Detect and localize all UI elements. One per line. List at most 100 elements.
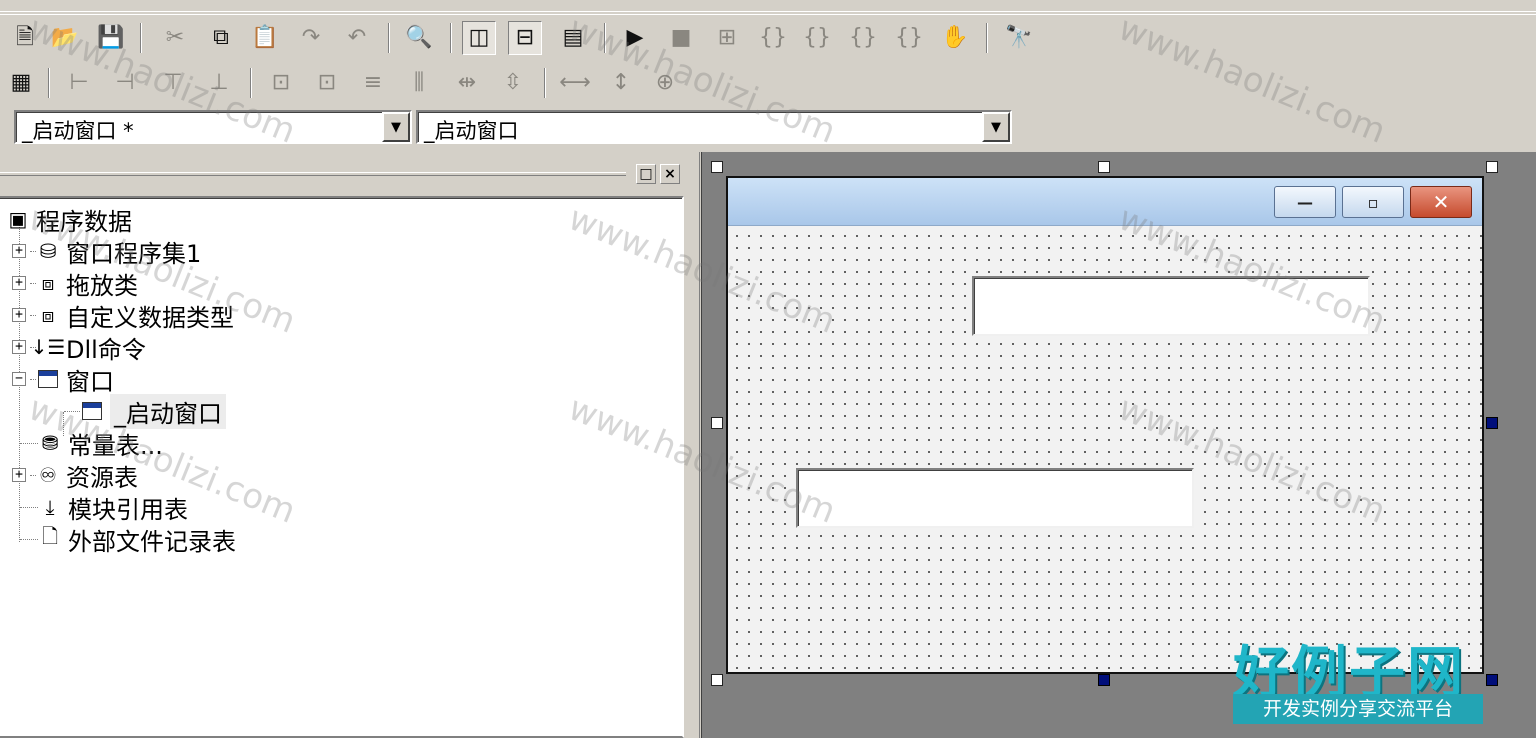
same-height-icon[interactable]: ↕ xyxy=(604,66,638,100)
chevron-down-icon[interactable]: ▼ xyxy=(382,112,410,142)
maximize-button[interactable]: ▫ xyxy=(1342,186,1404,218)
menu-bar[interactable] xyxy=(0,0,1536,12)
tree-item[interactable]: ⛃ 常量表... xyxy=(20,427,163,460)
redo-icon[interactable]: ↷ xyxy=(294,21,328,55)
space-vertical-icon[interactable]: ⫼ xyxy=(402,66,436,100)
align-top-icon[interactable]: ⊤ xyxy=(156,66,190,100)
align-right-icon[interactable]: ⊣ xyxy=(108,66,142,100)
compile-icon[interactable]: ⊞ xyxy=(710,21,744,55)
center-horizontal-icon[interactable]: ⊡ xyxy=(264,66,298,100)
minimize-button[interactable]: — xyxy=(1274,186,1336,218)
center-vertical-icon[interactable]: ⊡ xyxy=(310,66,344,100)
tree-item[interactable]: + ⧈ 拖放类 xyxy=(12,267,138,300)
expand-icon[interactable]: + xyxy=(12,308,26,322)
paste-icon[interactable]: 📋 xyxy=(248,21,282,55)
tree-item[interactable]: + ↓☰ Dll命令 xyxy=(12,331,146,364)
resize-handle[interactable] xyxy=(1486,674,1498,686)
resize-handle[interactable] xyxy=(711,161,723,173)
cut-icon[interactable]: ✂ xyxy=(158,21,192,55)
toolbar-separator xyxy=(544,68,546,98)
copy-icon[interactable]: ⧉ xyxy=(204,21,238,55)
find-icon[interactable]: 🔍 xyxy=(402,21,436,55)
logo-subtitle: 开发实例分享交流平台 xyxy=(1233,694,1483,724)
tree-item[interactable]: + ♾ 资源表 xyxy=(12,459,138,492)
resize-handle[interactable] xyxy=(1486,161,1498,173)
tree-item-root[interactable]: ▣ 程序数据 xyxy=(6,203,132,236)
tree-item-label: 常量表... xyxy=(68,431,163,460)
distribute-horizontal-icon[interactable]: ⇹ xyxy=(450,66,484,100)
run-to-cursor-icon[interactable]: {} xyxy=(892,21,926,55)
tree-item[interactable]: + ⛁ 窗口程序集1 xyxy=(12,235,202,268)
tree-item-label: 自定义数据类型 xyxy=(66,303,234,332)
panel-header: □ × xyxy=(0,158,690,184)
view-layout-3-icon[interactable]: ▤ xyxy=(556,21,590,55)
hand-icon[interactable]: ✋ xyxy=(938,21,972,55)
collapse-icon[interactable]: − xyxy=(12,372,26,386)
tree-item[interactable]: + ⧈ 自定义数据类型 xyxy=(12,299,234,332)
toolbar-separator xyxy=(388,23,390,53)
space-horizontal-icon[interactable]: ≡ xyxy=(356,66,390,100)
expand-icon[interactable]: + xyxy=(12,276,26,290)
resize-handle[interactable] xyxy=(1098,674,1110,686)
chevron-down-icon[interactable]: ▼ xyxy=(982,112,1010,142)
step-into-icon[interactable]: {} xyxy=(756,21,790,55)
tree-item[interactable]: − 窗口 xyxy=(12,363,114,396)
resize-handle[interactable] xyxy=(1486,417,1498,429)
step-out-icon[interactable]: {} xyxy=(846,21,880,55)
distribute-vertical-icon[interactable]: ⇳ xyxy=(496,66,530,100)
edit-box-1[interactable] xyxy=(972,276,1370,336)
form-canvas[interactable] xyxy=(728,227,1482,672)
view-layout-1-icon[interactable]: ◫ xyxy=(462,21,496,55)
tree-item-label: 外部文件记录表 xyxy=(68,527,236,556)
resize-handle[interactable] xyxy=(1098,161,1110,173)
expand-icon[interactable]: + xyxy=(12,468,26,482)
window-title-bar[interactable]: — ▫ ✕ xyxy=(728,178,1482,226)
align-left-icon[interactable]: ⊢ xyxy=(62,66,96,100)
new-file-icon[interactable]: 🗎 xyxy=(8,21,42,55)
same-size-icon[interactable]: ⊕ xyxy=(648,66,682,100)
open-folder-icon[interactable]: 📂 xyxy=(48,21,82,55)
toolbar-separator xyxy=(250,68,252,98)
restore-icon[interactable]: □ xyxy=(636,164,656,184)
expand-icon[interactable]: + xyxy=(12,244,26,258)
window-icon xyxy=(36,367,60,391)
tree-item-selected[interactable]: _启动窗口 xyxy=(64,393,226,429)
startup-window[interactable]: — ▫ ✕ xyxy=(726,176,1484,674)
object-selector-value: _启动窗口 * xyxy=(22,119,134,143)
event-selector[interactable]: _启动窗口 ▼ xyxy=(416,110,1012,144)
tree-item[interactable]: 🗋 外部文件记录表 xyxy=(20,523,236,556)
window-icon xyxy=(80,399,104,423)
align-bottom-icon[interactable]: ⊥ xyxy=(202,66,236,100)
help-search-icon[interactable]: 🔭 xyxy=(1002,21,1036,55)
resize-handle[interactable] xyxy=(711,417,723,429)
close-button[interactable]: ✕ xyxy=(1410,186,1472,218)
toolbar-separator xyxy=(140,23,142,53)
run-icon[interactable]: ▶ xyxy=(618,21,652,55)
close-icon[interactable]: × xyxy=(660,164,680,184)
form-icon[interactable]: ▦ xyxy=(4,66,38,100)
toolbar-separator xyxy=(450,23,452,53)
tree-item[interactable]: ⤓ 模块引用表 xyxy=(20,491,188,524)
panel-grip[interactable] xyxy=(0,172,626,176)
tree-item-label: Dll命令 xyxy=(66,335,146,364)
step-over-icon[interactable]: {} xyxy=(800,21,834,55)
object-selector[interactable]: _启动窗口 * ▼ xyxy=(14,110,412,144)
file-record-icon: 🗋 xyxy=(41,524,59,548)
edit-box-2[interactable] xyxy=(796,468,1194,528)
project-panel: □ × ▣ 程序数据 + ⛁ 窗口程序集1 + ⧈ 拖放类 + ⧈ 自定义数据类… xyxy=(0,152,700,738)
same-width-icon[interactable]: ⟷ xyxy=(558,66,592,100)
undo-icon[interactable]: ↶ xyxy=(340,21,374,55)
tree-item-label: 窗口程序集1 xyxy=(66,239,202,268)
view-layout-2-icon[interactable]: ⊟ xyxy=(508,21,542,55)
expand-icon[interactable]: + xyxy=(12,340,26,354)
constant-table-icon: ⛃ xyxy=(41,431,59,455)
tree-item-label: 程序数据 xyxy=(36,207,132,236)
toolbar-separator xyxy=(986,23,988,53)
project-tree[interactable]: ▣ 程序数据 + ⛁ 窗口程序集1 + ⧈ 拖放类 + ⧈ 自定义数据类型 + … xyxy=(0,196,684,738)
stop-icon[interactable]: ■ xyxy=(664,21,698,55)
tree-item-label: 资源表 xyxy=(66,463,138,492)
site-logo: 好例子网 开发实例分享交流平台 xyxy=(1233,628,1483,728)
tree-item-label: 窗口 xyxy=(66,367,114,396)
resize-handle[interactable] xyxy=(711,674,723,686)
save-icon[interactable]: 💾 xyxy=(94,21,128,55)
